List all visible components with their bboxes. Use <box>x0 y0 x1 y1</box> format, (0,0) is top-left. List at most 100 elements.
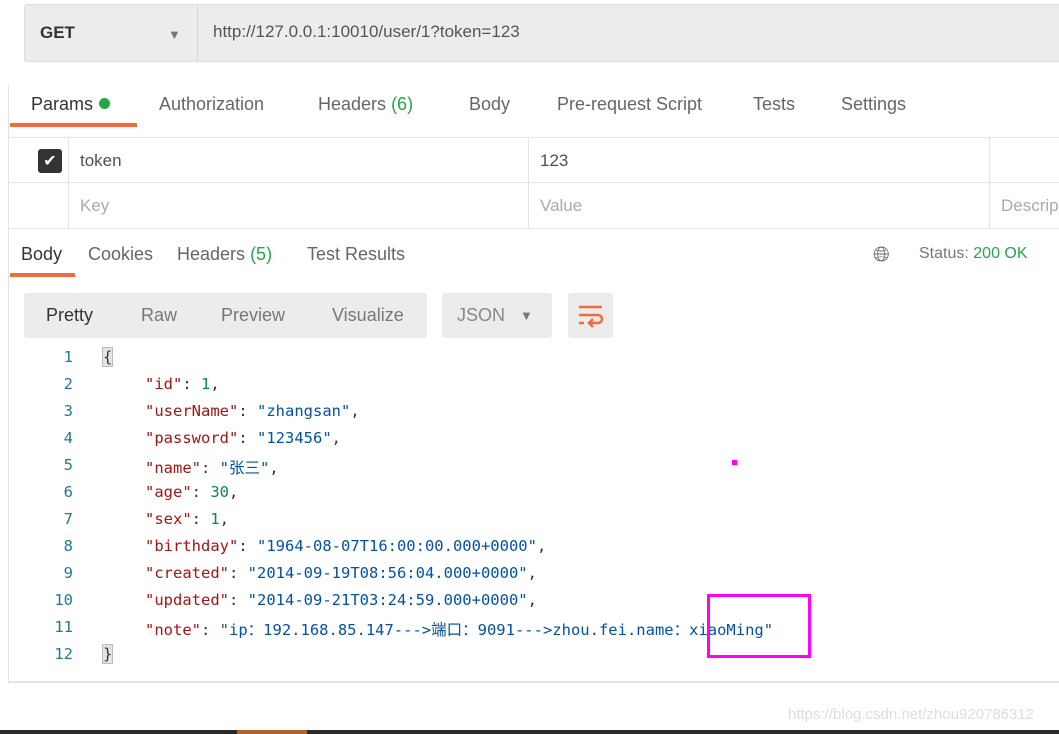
json-key: "id" <box>145 375 183 393</box>
tab-label: Pre-request Script <box>557 94 703 114</box>
tab-count: (5) <box>250 244 273 264</box>
brace: } <box>101 644 114 664</box>
json-value: "张三" <box>219 459 270 477</box>
caret-down-icon: ▼ <box>520 308 533 323</box>
status-label: Status: <box>919 245 969 262</box>
taskbar-active <box>237 730 307 734</box>
value-placeholder[interactable]: Value <box>529 183 990 229</box>
active-response-tab-indicator <box>10 273 75 277</box>
code-line: "age": 30, <box>145 483 239 501</box>
response-body-code[interactable]: 1 {2 "id": 1, 3 "userName": "zhangsan", 4 "pas… <box>8 347 1059 683</box>
code-line: "birthday": "1964-08-07T16:00:00.000+000… <box>145 537 547 555</box>
response-tab-body[interactable]: Body <box>21 244 62 265</box>
line-number: 1 <box>63 348 73 366</box>
active-tab-indicator <box>10 123 137 127</box>
line-number: 12 <box>54 645 73 663</box>
highlight-dot <box>732 460 737 465</box>
response-tab-headers[interactable]: Headers (5) <box>177 244 272 265</box>
brace: { <box>101 347 114 367</box>
key-placeholder[interactable]: Key <box>69 183 529 229</box>
json-value: "zhangsan" <box>257 402 351 420</box>
check-icon: ✔ <box>43 153 57 170</box>
json-key: "note" <box>145 621 201 639</box>
wrap-icon <box>579 305 604 328</box>
param-checkbox[interactable]: ✔ <box>38 149 62 173</box>
param-key[interactable]: token <box>69 138 529 184</box>
tab-label: Body <box>21 244 63 264</box>
tab-label: Cookies <box>88 244 154 264</box>
code-line: "note": "ip：192.168.85.147--->端口：9091---… <box>145 621 774 639</box>
json-key: "userName" <box>145 402 239 420</box>
tab-count: (6) <box>391 94 414 114</box>
line-number: 5 <box>63 456 73 474</box>
tab-label: Tests <box>753 94 796 114</box>
json-value: "ip：192.168.85.147--->端口：9091--->zhou.fe… <box>219 621 774 639</box>
json-key: "name" <box>145 459 201 477</box>
view-preview[interactable]: Preview <box>221 305 285 326</box>
response-tab-cookies[interactable]: Cookies <box>88 244 153 265</box>
tab-pre-request-script[interactable]: Pre-request Script <box>557 94 702 115</box>
tab-tests[interactable]: Tests <box>753 94 795 115</box>
code-line: } <box>101 644 114 664</box>
taskbar <box>0 730 1059 734</box>
code-line: { <box>101 347 114 367</box>
param-row-empty: Key Value Descrip <box>9 183 1059 229</box>
watermark: https://blog.csdn.net/zhou920786312 <box>788 706 1035 723</box>
tab-body[interactable]: Body <box>469 94 510 115</box>
format-label: JSON <box>457 305 506 325</box>
view-mode-toolbar: Pretty Raw Preview Visualize <box>24 293 427 338</box>
tab-authorization[interactable]: Authorization <box>159 94 264 115</box>
code-line: "name": "张三", <box>145 459 279 477</box>
tab-label: Body <box>469 94 511 114</box>
tab-label: Params <box>31 94 94 114</box>
json-key: "updated" <box>145 591 229 609</box>
status: Status: 200 OK <box>919 245 1028 263</box>
json-value: 1 <box>210 510 220 528</box>
tab-headers[interactable]: Headers (6) <box>318 94 413 115</box>
line-number: 11 <box>54 618 73 636</box>
tab-settings[interactable]: Settings <box>841 94 906 115</box>
url-input[interactable]: http://127.0.0.1:10010/user/1?token=123 <box>213 22 520 42</box>
json-key: "sex" <box>145 510 192 528</box>
format-select[interactable]: JSON ▼ <box>442 293 552 338</box>
response-tab-test-results[interactable]: Test Results <box>307 244 405 265</box>
json-value: "2014-09-21T03:24:59.000+0000" <box>247 591 528 609</box>
view-pretty[interactable]: Pretty <box>46 305 93 326</box>
line-number: 3 <box>63 402 73 420</box>
json-key: "created" <box>145 564 229 582</box>
tab-label: Headers <box>177 244 246 264</box>
code-line: "sex": 1, <box>145 510 230 528</box>
wrap-lines-button[interactable] <box>568 293 613 338</box>
line-number: 2 <box>63 375 73 393</box>
method-label: GET <box>40 23 75 42</box>
line-number: 7 <box>63 510 73 528</box>
code-line: "password": "123456", <box>145 429 341 447</box>
line-number: 8 <box>63 537 73 555</box>
json-value: "123456" <box>257 429 332 447</box>
json-value: "1964-08-07T16:00:00.000+0000" <box>257 537 537 555</box>
json-key: "password" <box>145 429 239 447</box>
line-number: 10 <box>54 591 73 609</box>
json-value: 1 <box>201 375 211 393</box>
description-placeholder[interactable]: Descrip <box>990 183 1059 229</box>
tab-label: Authorization <box>159 94 265 114</box>
method-select[interactable]: GET ▼ <box>25 5 198 61</box>
view-visualize[interactable]: Visualize <box>332 305 404 326</box>
code-line: "updated": "2014-09-21T03:24:59.000+0000… <box>145 591 537 609</box>
code-line: "id": 1, <box>145 375 220 393</box>
code-line: "created": "2014-09-19T08:56:04.000+0000… <box>145 564 537 582</box>
url-bar: GET ▼ http://127.0.0.1:10010/user/1?token… <box>24 4 1059 62</box>
active-dot-icon <box>99 98 111 109</box>
caret-down-icon: ▼ <box>168 27 181 42</box>
tab-label: Settings <box>841 94 907 114</box>
tab-params[interactable]: Params <box>31 94 111 115</box>
json-value: 30 <box>210 483 230 501</box>
tab-label: Headers <box>318 94 387 114</box>
status-value: 200 OK <box>973 245 1028 262</box>
param-row: token 123 <box>9 137 1059 184</box>
view-raw[interactable]: Raw <box>141 305 177 326</box>
code-line: "userName": "zhangsan", <box>145 402 360 420</box>
globe-icon[interactable]: 🌐︎ <box>873 243 890 267</box>
param-value[interactable]: 123 <box>529 138 990 184</box>
line-number: 6 <box>63 483 73 501</box>
